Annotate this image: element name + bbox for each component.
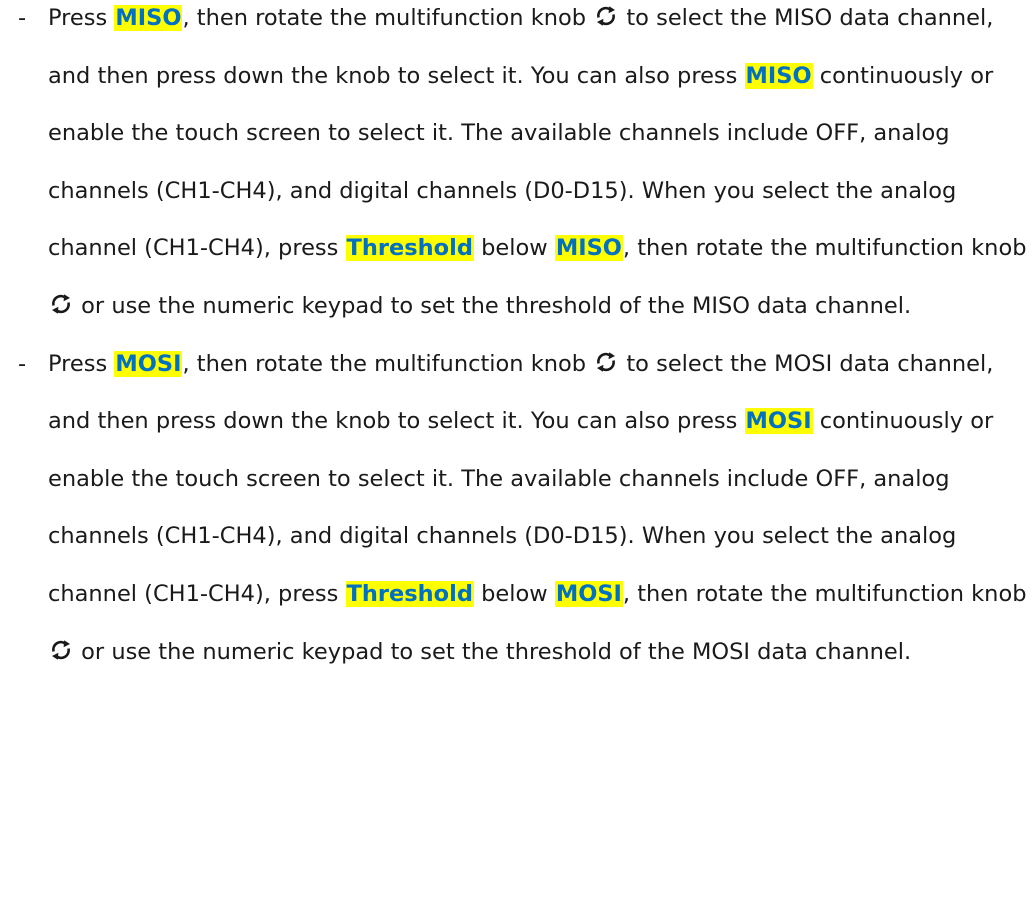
list-item: - Press MOSI, then rotate the multifunct…: [0, 336, 1035, 682]
keyword-highlight: MOSI: [554, 580, 623, 607]
bullet-marker: -: [18, 5, 27, 31]
text-run: or use the numeric keypad to set the thr…: [74, 638, 912, 665]
keyword-highlight: MOSI: [744, 408, 813, 435]
keyword-highlight: Threshold: [345, 580, 474, 607]
text-run: , then rotate the multifunction knob: [182, 5, 594, 31]
text-run: below: [473, 235, 555, 262]
keyword-highlight: MISO: [114, 5, 183, 31]
text-run: below: [473, 580, 555, 607]
multifunction-knob-rotate-icon: [49, 292, 73, 316]
keyword-highlight: MOSI: [114, 350, 183, 377]
keyword-highlight: Threshold: [345, 235, 474, 262]
text-run: continuously or enable the touch screen …: [48, 408, 994, 607]
text-run: , then rotate the multifunction knob: [622, 235, 1027, 262]
keyword-highlight: MISO: [554, 235, 623, 262]
bullet-marker: -: [18, 350, 27, 377]
multifunction-knob-rotate-icon: [594, 350, 618, 374]
document-page: - Press MISO, then rotate the multifunct…: [0, 0, 1035, 899]
text-run: Press: [48, 5, 115, 31]
text-run: Press: [48, 350, 115, 377]
multifunction-knob-rotate-icon: [49, 638, 73, 662]
text-run: continuously or enable the touch screen …: [48, 62, 994, 262]
text-run: , then rotate the multifunction knob: [622, 580, 1027, 607]
text-run: , then rotate the multifunction knob: [182, 350, 594, 377]
list-item: - Press MISO, then rotate the multifunct…: [0, 0, 1035, 336]
multifunction-knob-rotate-icon: [594, 4, 618, 28]
keyword-highlight: MISO: [744, 62, 813, 89]
text-run: or use the numeric keypad to set the thr…: [74, 292, 912, 319]
